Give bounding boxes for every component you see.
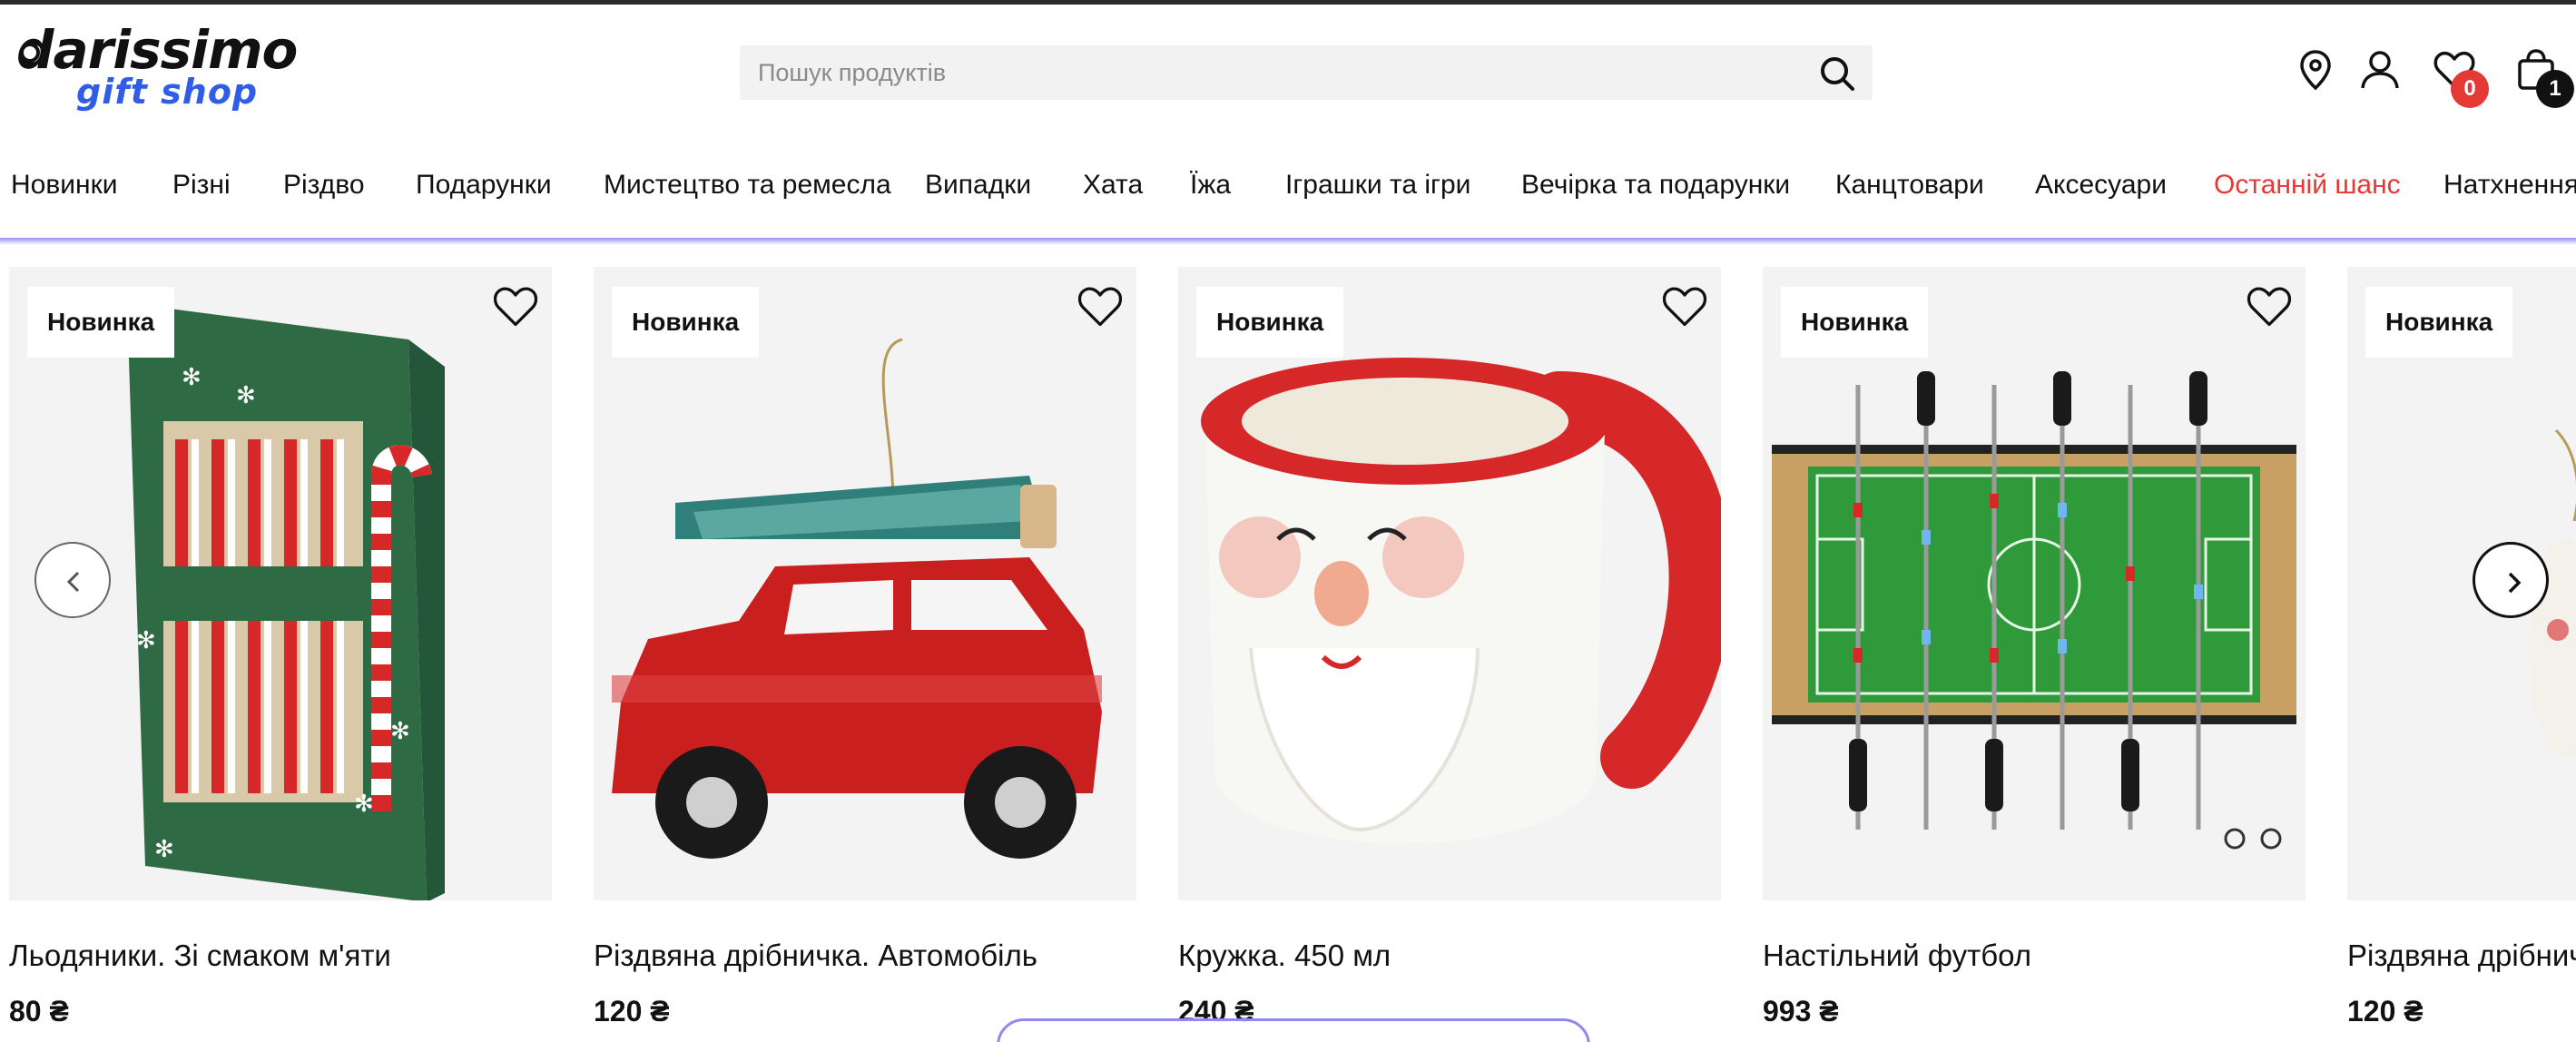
- product-price: 80 ₴: [9, 995, 69, 1027]
- product-carousel: ✻ ✻ ✻ ✻ ✻ ✻ Новинка Льодяники. Зі смаком м'я…: [0, 263, 2576, 1042]
- heart-icon: [2247, 287, 2292, 327]
- heart-icon: [493, 287, 538, 327]
- nav-divider: [0, 238, 2576, 245]
- nav-item-food[interactable]: Їжа: [1190, 162, 1231, 209]
- cart-count-badge: 1: [2536, 70, 2574, 108]
- nav-item-home[interactable]: Хата: [1083, 162, 1143, 209]
- wishlist-button[interactable]: 0: [2433, 48, 2489, 108]
- heart-icon: [1662, 287, 1707, 327]
- add-to-wishlist-button[interactable]: [492, 283, 539, 330]
- chevron-right-icon: [2508, 572, 2522, 594]
- nav-item-occasions[interactable]: Випадки: [925, 162, 1031, 209]
- carousel-prev-button[interactable]: [34, 542, 111, 618]
- search-input[interactable]: [740, 45, 1811, 100]
- product-image[interactable]: Новинка: [594, 267, 1136, 900]
- product-title[interactable]: Різдвяна дрібничка: [2347, 939, 2576, 973]
- nav-item-accessories[interactable]: Аксесуари: [2035, 162, 2167, 209]
- nav-item-toys-games[interactable]: Іграшки та ігри: [1285, 162, 1470, 209]
- product-price: 120 ₴: [2347, 995, 2424, 1027]
- add-to-wishlist-button[interactable]: [1661, 283, 1708, 330]
- logo-dot: [20, 43, 40, 63]
- chevron-left-icon: [66, 571, 80, 593]
- product-card[interactable]: Новинка Настільний футбол 993 ₴: [1763, 263, 2306, 1042]
- car-ornament-illustration: [612, 338, 1102, 859]
- new-badge: Новинка: [27, 287, 175, 358]
- product-price: 120 ₴: [594, 995, 670, 1027]
- add-to-wishlist-button[interactable]: [1077, 283, 1124, 330]
- svg-text:✻: ✻: [182, 364, 202, 391]
- search-bar: [740, 45, 1873, 100]
- logo-wordmark: darissimo: [16, 19, 298, 81]
- table-football-illustration: [1772, 371, 2296, 850]
- site-header: darissimo gift shop 0: [0, 5, 2576, 132]
- floating-action-pill[interactable]: [997, 1018, 1590, 1042]
- site-logo[interactable]: darissimo gift shop: [16, 21, 329, 116]
- new-badge: Новинка: [1781, 287, 1929, 358]
- new-badge: Новинка: [2365, 287, 2513, 358]
- user-icon: [2361, 51, 2399, 89]
- product-title[interactable]: Кружка. 450 мл: [1178, 939, 1391, 973]
- nav-item-misc[interactable]: Різні: [172, 162, 231, 209]
- heart-icon: [1077, 287, 1123, 327]
- nav-item-christmas[interactable]: Різдво: [283, 162, 365, 209]
- svg-text:✻: ✻: [354, 791, 374, 818]
- nav-item-stationery[interactable]: Канцтовари: [1835, 162, 1984, 209]
- wishlist-count-badge: 0: [2451, 70, 2489, 108]
- product-image[interactable]: Новинка: [1763, 267, 2306, 900]
- logo-tagline: gift shop: [76, 72, 259, 112]
- cart-button[interactable]: 1: [2514, 48, 2574, 108]
- product-card[interactable]: Новинка Різдвяна дрібничка. Автомобіль 1…: [594, 263, 1136, 1042]
- product-card[interactable]: Новинка Кружка. 450 мл 240 ₴: [1178, 263, 1721, 1042]
- nav-item-inspiration[interactable]: Натхнення: [2443, 162, 2576, 209]
- new-badge: Новинка: [1196, 287, 1344, 358]
- nav-item-gifts[interactable]: Подарунки: [416, 162, 552, 209]
- product-title[interactable]: Настільний футбол: [1763, 939, 2031, 973]
- nav-item-new[interactable]: Новинки: [11, 162, 118, 209]
- product-title[interactable]: Різдвяна дрібничка. Автомобіль: [594, 939, 1037, 973]
- search-button[interactable]: [1818, 54, 1856, 93]
- svg-text:✻: ✻: [236, 382, 256, 409]
- product-title[interactable]: Льодяники. Зі смаком м'яти: [9, 939, 391, 973]
- carousel-next-button[interactable]: [2473, 542, 2549, 618]
- location-pin-icon: [2300, 50, 2331, 91]
- category-nav: Новинки Різні Різдво Подарунки Мистецтво…: [0, 162, 2576, 209]
- nav-item-last-chance[interactable]: Останній шанс: [2214, 162, 2401, 209]
- account-button[interactable]: [2358, 48, 2402, 92]
- product-card[interactable]: Новинка Різдвяна дрібничка 120 ₴: [2347, 263, 2576, 1042]
- store-locator-button[interactable]: [2294, 48, 2337, 92]
- nav-item-party[interactable]: Вечірка та подарунки: [1521, 162, 1790, 209]
- svg-text:✻: ✻: [154, 836, 174, 863]
- search-icon: [1821, 57, 1854, 91]
- product-card[interactable]: ✻ ✻ ✻ ✻ ✻ ✻ Новинка Льодяники. Зі смаком м'я…: [9, 263, 552, 1042]
- new-badge: Новинка: [612, 287, 760, 358]
- svg-text:✻: ✻: [390, 718, 410, 745]
- svg-text:✻: ✻: [136, 627, 156, 654]
- product-image[interactable]: Новинка: [1178, 267, 1721, 900]
- santa-mug-illustration: [1201, 358, 1721, 843]
- product-price: 993 ₴: [1763, 995, 1839, 1027]
- add-to-wishlist-button[interactable]: [2246, 283, 2293, 330]
- nav-item-arts-crafts[interactable]: Мистецтво та ремесла: [604, 162, 891, 209]
